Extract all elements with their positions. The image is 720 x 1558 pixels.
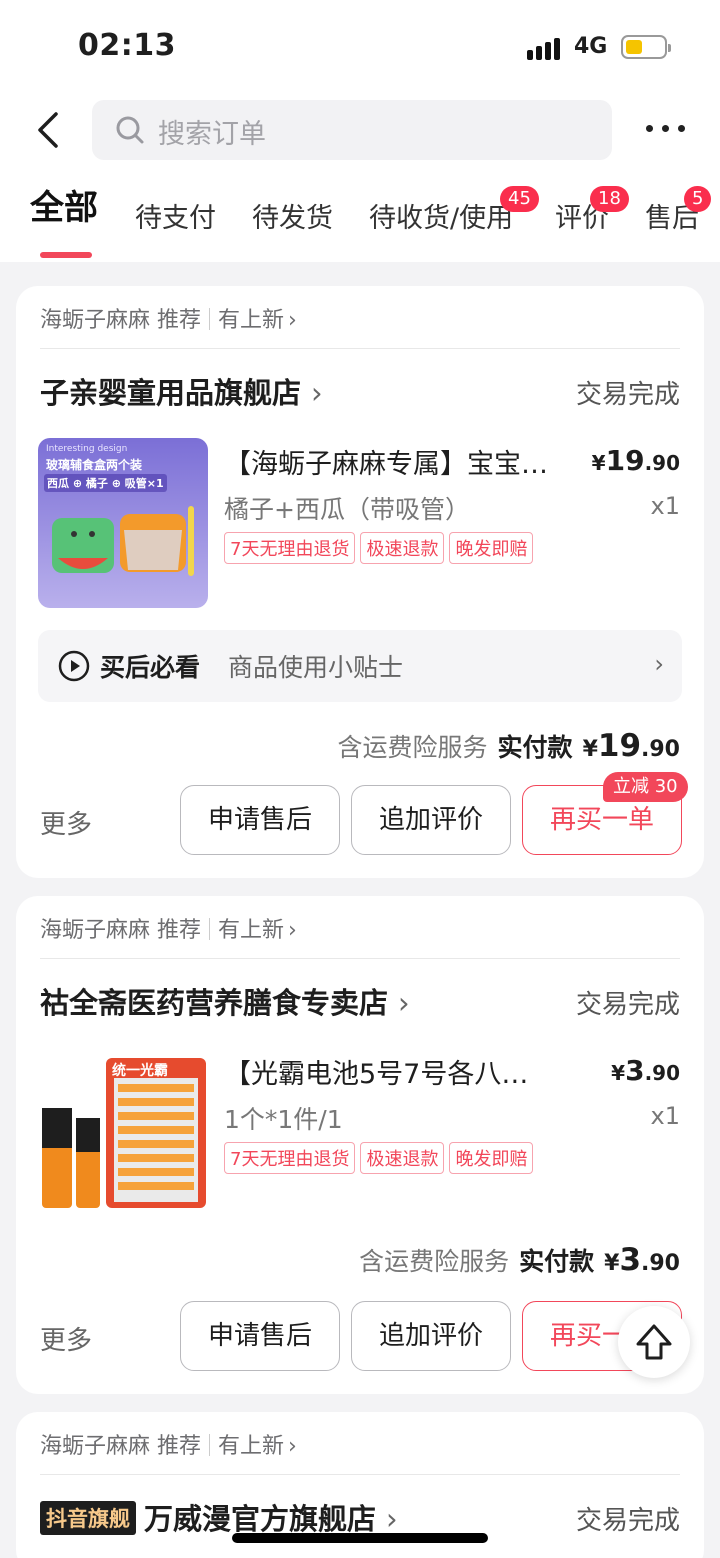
chevron-right-icon: ›: [288, 1434, 297, 1459]
payment-summary: 含运费险服务 实付款 ¥3.90: [359, 1242, 680, 1278]
paid-label: 实付款: [519, 1247, 595, 1276]
service-tag: 极速退款: [360, 1142, 445, 1174]
product-qty: x1: [650, 1102, 680, 1130]
tab-pending-payment[interactable]: 待支付: [135, 196, 216, 235]
search-icon: [114, 114, 146, 146]
thumb-caption-2: 玻璃辅食盒两个装: [46, 458, 143, 472]
service-tags: 7天无理由退货 极速退款 晚发即赔: [224, 532, 538, 564]
new-arrivals-link[interactable]: 有上新: [218, 1434, 284, 1459]
divider: [40, 958, 680, 959]
apply-after-sale-button[interactable]: 申请售后: [180, 785, 340, 855]
promo-badge: 立减 30: [603, 772, 688, 802]
freight-insurance-text: 含运费险服务: [359, 1247, 510, 1276]
recommend-text: 海蛎子麻麻 推荐: [40, 1434, 201, 1459]
scroll-to-top-button[interactable]: [618, 1306, 690, 1378]
paid-amount: ¥19.90: [582, 728, 680, 764]
more-actions-link[interactable]: 更多: [40, 1320, 92, 1357]
product-price: ¥3.90: [611, 1054, 680, 1087]
shop-name-link[interactable]: 祜全斋医药营养膳食专卖店 ›: [40, 980, 410, 1022]
tab-badge-pending-receipt: 45: [500, 186, 539, 212]
product-title[interactable]: 【海蛎子麻麻专属】宝宝…: [224, 442, 554, 481]
signal-icon: [527, 38, 563, 62]
more-actions-link[interactable]: 更多: [40, 804, 92, 841]
new-arrivals-link[interactable]: 有上新: [218, 308, 284, 333]
chevron-right-icon: ›: [398, 986, 410, 1020]
tab-badge-after-sale: 5: [684, 186, 712, 212]
order-status: 交易完成: [575, 990, 680, 1020]
tab-pending-receipt[interactable]: 待收货/使用: [369, 196, 513, 235]
status-time: 02:13: [78, 28, 176, 63]
service-tag: 7天无理由退货: [224, 532, 356, 564]
shop-name: 祜全斋医药营养膳食专卖店: [40, 986, 389, 1020]
product-spec: 橘子+西瓜（带吸管）: [224, 495, 470, 524]
tips-text: 商品使用小贴士: [228, 653, 404, 682]
status-bar: 02:13 4G: [0, 0, 720, 96]
recommend-row[interactable]: 海蛎子麻麻 推荐 有上新 ›: [40, 302, 297, 334]
service-tag: 晚发即赔: [449, 1142, 534, 1174]
freight-insurance-text: 含运费险服务: [337, 733, 488, 762]
product-qty: x1: [650, 492, 680, 520]
thumb-caption-1: 统一光霸: [112, 1063, 168, 1079]
back-arrow-icon[interactable]: [30, 110, 70, 150]
order-card: 海蛎子麻麻 推荐 有上新 › 祜全斋医药营养膳食专卖店 › 交易完成 统一光霸 【光霸…: [16, 896, 704, 1394]
product-spec: 1个*1件/1: [224, 1105, 343, 1134]
new-arrivals-link[interactable]: 有上新: [218, 918, 284, 943]
tab-pending-shipment[interactable]: 待发货: [252, 196, 333, 235]
divider: [40, 348, 680, 349]
product-price: ¥19.90: [591, 444, 680, 477]
play-circle-icon: [58, 650, 90, 682]
payment-summary: 含运费险服务 实付款 ¥19.90: [338, 728, 680, 764]
brand-flagship-badge: 抖音旗舰: [40, 1501, 136, 1535]
chevron-right-icon: ›: [288, 308, 297, 333]
chevron-right-icon: ›: [288, 918, 297, 943]
product-title[interactable]: 【光霸电池5号7号各八节…: [224, 1052, 554, 1091]
tips-title: 买后必看: [100, 653, 201, 682]
search-bar[interactable]: 搜索订单: [92, 100, 612, 160]
paid-amount: ¥3.90: [604, 1242, 680, 1278]
shop-name: 子亲婴童用品旗舰店: [40, 376, 302, 410]
thumb-caption-3: 西瓜 ⊕ 橘子 ⊕ 吸管×1: [44, 474, 167, 492]
divider: [40, 1474, 680, 1475]
add-review-button[interactable]: 追加评价: [351, 785, 511, 855]
chevron-right-icon: ›: [311, 376, 323, 410]
top-area: 02:13 4G 搜索订单 全部 待支付 待发货 待收货/使用 45 评价 18…: [0, 0, 720, 262]
product-thumbnail[interactable]: Interesting design 玻璃辅食盒两个装 西瓜 ⊕ 橘子 ⊕ 吸管…: [38, 438, 208, 608]
paid-label: 实付款: [497, 733, 573, 762]
shop-name-link[interactable]: 抖音旗舰 万威漫官方旗舰店 ›: [40, 1496, 398, 1538]
add-review-button[interactable]: 追加评价: [351, 1301, 511, 1371]
usage-tips-bar[interactable]: 买后必看 商品使用小贴士 ›: [38, 630, 682, 702]
service-tag: 晚发即赔: [449, 532, 534, 564]
shop-name-link[interactable]: 子亲婴童用品旗舰店 ›: [40, 370, 323, 412]
network-type: 4G: [574, 34, 608, 59]
order-status: 交易完成: [575, 380, 680, 410]
shop-name: 万威漫官方旗舰店: [144, 1502, 377, 1536]
chevron-right-icon: ›: [654, 650, 664, 678]
order-tabs: 全部 待支付 待发货 待收货/使用 45 评价 18 售后 5: [0, 186, 720, 258]
service-tag: 7天无理由退货: [224, 1142, 356, 1174]
apply-after-sale-button[interactable]: 申请售后: [180, 1301, 340, 1371]
recommend-text: 海蛎子麻麻 推荐: [40, 918, 201, 943]
service-tag: 极速退款: [360, 532, 445, 564]
order-card: 海蛎子麻麻 推荐 有上新 › 子亲婴童用品旗舰店 › 交易完成 Interesting…: [16, 286, 704, 878]
product-thumbnail[interactable]: 统一光霸: [38, 1048, 208, 1218]
active-tab-indicator: [40, 252, 92, 258]
search-placeholder: 搜索订单: [158, 119, 266, 150]
recommend-row[interactable]: 海蛎子麻麻 推荐 有上新 ›: [40, 1428, 297, 1460]
home-indicator: [232, 1533, 488, 1543]
chevron-right-icon: ›: [386, 1502, 398, 1536]
recommend-row[interactable]: 海蛎子麻麻 推荐 有上新 ›: [40, 912, 297, 944]
recommend-text: 海蛎子麻麻 推荐: [40, 308, 201, 333]
tab-all[interactable]: 全部: [30, 180, 98, 229]
thumb-caption-1: Interesting design: [46, 444, 128, 454]
order-status: 交易完成: [575, 1506, 680, 1536]
service-tags: 7天无理由退货 极速退款 晚发即赔: [224, 1142, 538, 1174]
battery-icon: [621, 35, 671, 59]
tab-badge-review: 18: [590, 186, 629, 212]
arrow-up-icon: [636, 1324, 672, 1360]
more-options-icon[interactable]: [646, 118, 686, 138]
